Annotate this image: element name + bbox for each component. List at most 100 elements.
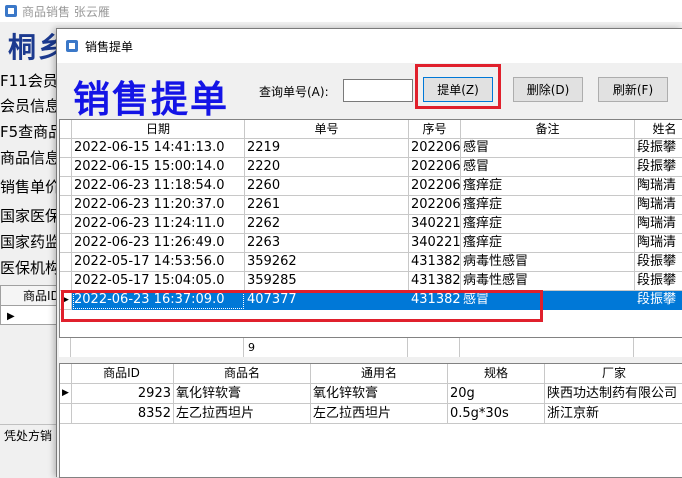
order-remark-cell[interactable]: 病毒性感冒 bbox=[461, 272, 635, 291]
order-row[interactable]: 2022-06-23 11:24:11.0 2262 340221 瘙痒症 陶瑞清 bbox=[60, 215, 682, 234]
order-date-cell[interactable]: 2022-05-17 15:04:05.0 bbox=[72, 272, 245, 291]
main-menu-item[interactable]: 医保机构 bbox=[0, 257, 60, 281]
item-name-cell[interactable]: 氧化锌软膏 bbox=[174, 384, 311, 404]
order-remark-cell[interactable]: 感冒 bbox=[461, 139, 635, 158]
order-seq-cell[interactable]: 340221 bbox=[409, 215, 461, 234]
order-seq-cell[interactable]: 202206 bbox=[409, 177, 461, 196]
order-number-cell[interactable]: 359262 bbox=[245, 253, 409, 272]
column-header[interactable]: 单号 bbox=[245, 120, 409, 139]
row-pointer-icon bbox=[60, 158, 72, 177]
order-date-cell[interactable]: 2022-05-17 14:53:56.0 bbox=[72, 253, 245, 272]
order-number-cell[interactable]: 407377 bbox=[245, 291, 409, 310]
order-name-cell[interactable]: 陶瑞清 bbox=[635, 215, 682, 234]
column-header[interactable]: 序号 bbox=[409, 120, 461, 139]
order-remark-cell[interactable]: 瘙痒症 bbox=[461, 234, 635, 253]
order-seq-cell[interactable]: 431382 bbox=[409, 291, 461, 310]
item-maker-cell[interactable]: 浙江京新 bbox=[545, 404, 682, 424]
item-generic-cell[interactable]: 氧化锌软膏 bbox=[311, 384, 448, 404]
order-name-cell[interactable]: 段振攀 bbox=[635, 158, 682, 177]
order-remark-cell[interactable]: 病毒性感冒 bbox=[461, 253, 635, 272]
order-date-cell[interactable]: 2022-06-15 15:00:14.0 bbox=[72, 158, 245, 177]
order-seq-cell[interactable]: 202206 bbox=[409, 158, 461, 177]
order-name-cell[interactable]: 段振攀 bbox=[635, 291, 682, 310]
item-spec-cell[interactable]: 20g bbox=[448, 384, 545, 404]
item-id-cell[interactable]: 2923 bbox=[72, 384, 174, 404]
item-spec-cell[interactable]: 0.5g*30s bbox=[448, 404, 545, 424]
order-remark-cell[interactable]: 感冒 bbox=[461, 291, 635, 310]
order-date-cell[interactable]: 2022-06-23 11:18:54.0 bbox=[72, 177, 245, 196]
column-header[interactable]: 姓名 bbox=[635, 120, 682, 139]
orders-grid[interactable]: 日期 单号 序号 备注 姓名 2022-06-15 14:41:13.0 2219… bbox=[59, 119, 682, 357]
column-header[interactable]: 备注 bbox=[461, 120, 635, 139]
main-menu-item[interactable]: 销售单价 bbox=[0, 176, 60, 200]
order-row[interactable]: 2022-06-23 11:18:54.0 2260 202206 瘙痒症 陶瑞清 bbox=[60, 177, 682, 196]
order-date-cell[interactable]: 2022-06-23 11:20:37.0 bbox=[72, 196, 245, 215]
row-pointer-icon bbox=[60, 253, 72, 272]
order-number-cell[interactable]: 2260 bbox=[245, 177, 409, 196]
order-date-cell[interactable]: 2022-06-23 11:24:11.0 bbox=[72, 215, 245, 234]
main-menu-item[interactable]: 商品信息 bbox=[0, 147, 60, 171]
item-name-cell[interactable]: 左乙拉西坦片 bbox=[174, 404, 311, 424]
column-header[interactable]: 规格 bbox=[448, 364, 545, 384]
order-seq-cell[interactable]: 340221 bbox=[409, 234, 461, 253]
main-menu-item[interactable]: F11会员 bbox=[0, 70, 60, 94]
order-remark-cell[interactable]: 瘙痒症 bbox=[461, 177, 635, 196]
order-row[interactable]: 2022-06-23 11:26:49.0 2263 340221 瘙痒症 陶瑞清 bbox=[60, 234, 682, 253]
app-icon bbox=[65, 39, 79, 53]
column-header[interactable]: 日期 bbox=[72, 120, 245, 139]
order-number-cell[interactable]: 2262 bbox=[245, 215, 409, 234]
order-row[interactable]: 2022-06-15 15:00:14.0 2220 202206 感冒 段振攀 bbox=[60, 158, 682, 177]
order-row[interactable]: 2022-05-17 15:04:05.0 359285 431382 病毒性感冒 段振… bbox=[60, 272, 682, 291]
order-remark-cell[interactable]: 瘙痒症 bbox=[461, 196, 635, 215]
order-seq-cell[interactable]: 202206 bbox=[409, 139, 461, 158]
order-date-cell[interactable]: 2022-06-23 16:37:09.0 bbox=[72, 291, 245, 310]
column-header[interactable]: 通用名 bbox=[311, 364, 448, 384]
column-header[interactable]: 商品名 bbox=[174, 364, 311, 384]
header-corner bbox=[60, 364, 72, 384]
order-row[interactable]: ▶ 2022-06-23 16:37:09.0 407377 431382 感冒 段振攀 bbox=[60, 291, 682, 310]
main-menu-item[interactable]: F5查商品 bbox=[0, 121, 60, 145]
column-header[interactable]: 厂家 bbox=[545, 364, 682, 384]
order-number-cell[interactable]: 2263 bbox=[245, 234, 409, 253]
footer-cell bbox=[408, 338, 460, 357]
order-row[interactable]: 2022-06-15 14:41:13.0 2219 202206 感冒 段振攀 bbox=[60, 139, 682, 158]
item-generic-cell[interactable]: 左乙拉西坦片 bbox=[311, 404, 448, 424]
main-menu-item[interactable]: 国家医保 bbox=[0, 205, 60, 229]
order-date-cell[interactable]: 2022-06-15 14:41:13.0 bbox=[72, 139, 245, 158]
main-menu-item[interactable]: 会员信息 bbox=[0, 95, 60, 119]
item-id-cell[interactable]: 8352 bbox=[72, 404, 174, 424]
order-name-cell[interactable]: 陶瑞清 bbox=[635, 177, 682, 196]
item-row[interactable]: ▶ 2923 氧化锌软膏 氧化锌软膏 20g 陕西功达制药有限公司 bbox=[60, 384, 682, 404]
order-number-cell[interactable]: 2220 bbox=[245, 158, 409, 177]
column-header[interactable]: 商品ID bbox=[72, 364, 174, 384]
orders-footer: 9 bbox=[59, 337, 682, 357]
delete-button[interactable]: 删除(D) bbox=[513, 77, 583, 102]
order-number-cell[interactable]: 2261 bbox=[245, 196, 409, 215]
order-row[interactable]: 2022-06-23 11:20:37.0 2261 202206 瘙痒症 陶瑞清 bbox=[60, 196, 682, 215]
refresh-button[interactable]: 刷新(F) bbox=[598, 77, 668, 102]
order-remark-cell[interactable]: 瘙痒症 bbox=[461, 215, 635, 234]
row-pointer-icon: ▶ bbox=[60, 291, 72, 310]
query-order-input[interactable] bbox=[343, 79, 413, 102]
order-name-cell[interactable]: 段振攀 bbox=[635, 272, 682, 291]
order-date-cell[interactable]: 2022-06-23 11:26:49.0 bbox=[72, 234, 245, 253]
row-pointer-icon bbox=[60, 139, 72, 158]
order-name-cell[interactable]: 陶瑞清 bbox=[635, 196, 682, 215]
order-name-cell[interactable]: 段振攀 bbox=[635, 253, 682, 272]
submit-order-button[interactable]: 提单(Z) bbox=[423, 77, 493, 102]
order-number-cell[interactable]: 2219 bbox=[245, 139, 409, 158]
main-items-grid[interactable]: 商品ID ▶ bbox=[0, 285, 60, 325]
order-number-cell[interactable]: 359285 bbox=[245, 272, 409, 291]
item-row[interactable]: 8352 左乙拉西坦片 左乙拉西坦片 0.5g*30s 浙江京新 bbox=[60, 404, 682, 424]
order-seq-cell[interactable]: 431382 bbox=[409, 272, 461, 291]
order-row[interactable]: 2022-05-17 14:53:56.0 359262 431382 病毒性感冒 段振… bbox=[60, 253, 682, 272]
order-seq-cell[interactable]: 431382 bbox=[409, 253, 461, 272]
main-menu-item[interactable]: 国家药监 bbox=[0, 231, 60, 255]
order-seq-cell[interactable]: 202206 bbox=[409, 196, 461, 215]
order-name-cell[interactable]: 段振攀 bbox=[635, 139, 682, 158]
order-remark-cell[interactable]: 感冒 bbox=[461, 158, 635, 177]
item-maker-cell[interactable]: 陕西功达制药有限公司 bbox=[545, 384, 682, 404]
row-pointer-icon: ▶ bbox=[7, 311, 15, 322]
items-grid[interactable]: 商品ID 商品名 通用名 规格 厂家 ▶ 2923 氧化锌软膏 氧化锌软膏 20g 陕西功… bbox=[59, 363, 682, 478]
order-name-cell[interactable]: 陶瑞清 bbox=[635, 234, 682, 253]
